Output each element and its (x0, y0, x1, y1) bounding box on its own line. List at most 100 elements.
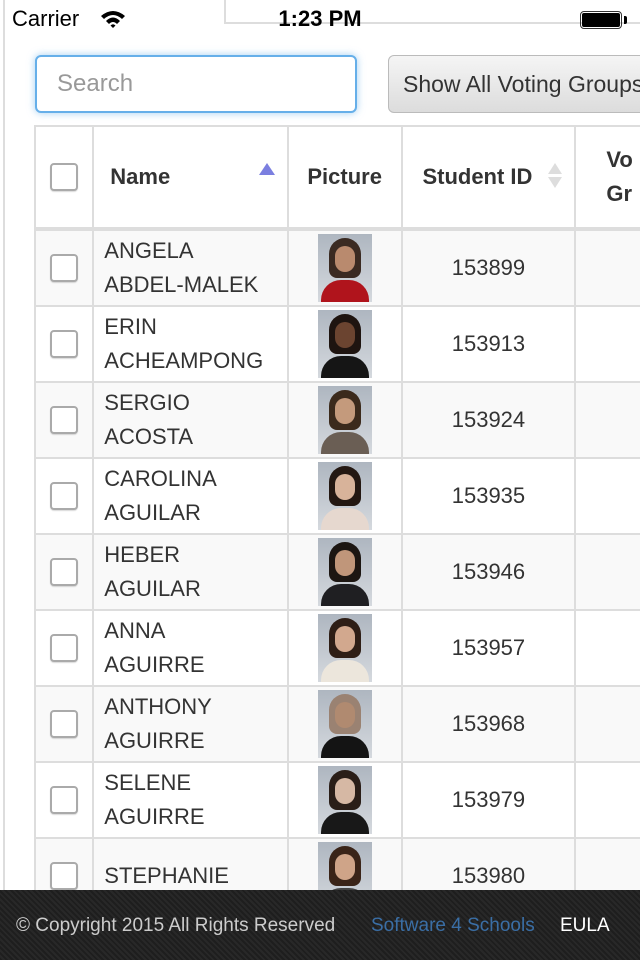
last-name: ABDEL-MALEK (104, 272, 259, 297)
first-name: ANNA (104, 618, 166, 643)
column-label: Picture (307, 164, 382, 189)
table-row[interactable]: CAROLINA AGUILAR 153935 (33, 457, 640, 535)
row-checkbox[interactable] (50, 330, 79, 358)
student-name: HEBER AGUILAR (92, 533, 289, 611)
first-name: ANTHONY (104, 694, 212, 719)
row-select-cell (33, 761, 95, 839)
student-name: ANNA AGUIRRE (92, 609, 289, 687)
student-id: 153979 (400, 761, 577, 839)
table-row[interactable]: HEBER AGUILAR 153946 (33, 533, 640, 611)
picture-cell (286, 228, 403, 307)
student-id: 153924 (400, 381, 577, 459)
student-name: SELENE AGUIRRE (92, 761, 289, 839)
select-all-checkbox[interactable] (50, 163, 79, 191)
status-bar: Carrier 1:23 PM (0, 0, 640, 40)
student-id: 153935 (400, 457, 577, 535)
picture-cell (286, 305, 403, 383)
last-name: AGUILAR (104, 500, 201, 525)
table-row[interactable]: ANGELA ABDEL-MALEK 153899 (33, 228, 640, 307)
first-name: HEBER (104, 542, 181, 567)
student-id: 153968 (400, 685, 577, 763)
row-checkbox[interactable] (50, 254, 79, 282)
last-name: ACOSTA (104, 424, 194, 449)
student-id: 153913 (400, 305, 577, 383)
picture-cell (286, 381, 403, 459)
row-checkbox[interactable] (50, 406, 79, 434)
first-name: SERGIO (104, 390, 190, 415)
eula-link[interactable]: EULA (560, 915, 610, 937)
voting-group-cell (574, 609, 640, 687)
student-photo[interactable] (317, 766, 372, 834)
table-row[interactable]: ERIN ACHEAMPONG 153913 (33, 305, 640, 383)
picture-cell (286, 761, 403, 839)
first-name: STEPHANIE (104, 863, 229, 888)
row-select-cell (33, 457, 95, 535)
select-all-cell (33, 125, 95, 231)
sort-ascending-icon (258, 163, 275, 175)
column-label-line: Gr (606, 181, 633, 206)
row-select-cell (33, 305, 95, 383)
column-header-voting-group[interactable]: Vo Gr (574, 125, 640, 231)
battery-tip (624, 16, 627, 24)
voting-group-cell (574, 533, 640, 611)
row-select-cell (33, 533, 95, 611)
student-id: 153946 (400, 533, 577, 611)
table-row[interactable]: ANNA AGUIRRE 153957 (33, 609, 640, 687)
software-4-schools-link[interactable]: Software 4 Schools (371, 915, 535, 937)
student-id: 153899 (400, 228, 577, 307)
picture-cell (286, 685, 403, 763)
page-border (3, 0, 5, 960)
student-photo[interactable] (317, 310, 372, 378)
student-photo[interactable] (317, 538, 372, 606)
battery-icon (580, 11, 622, 29)
row-checkbox[interactable] (50, 862, 79, 890)
picture-cell (286, 533, 403, 611)
picture-cell (286, 609, 403, 687)
column-header-name[interactable]: Name (92, 125, 289, 231)
sort-unsorted-icon (548, 163, 563, 188)
row-checkbox[interactable] (50, 482, 79, 510)
voting-group-cell (574, 457, 640, 535)
student-photo[interactable] (317, 386, 372, 454)
student-photo[interactable] (317, 234, 372, 302)
column-label-line: Vo (606, 147, 633, 172)
first-name: ANGELA (104, 238, 194, 263)
student-photo[interactable] (317, 462, 372, 530)
search-input[interactable] (35, 55, 357, 113)
row-checkbox[interactable] (50, 558, 79, 586)
column-header-student-id[interactable]: Student ID (400, 125, 577, 231)
show-voting-groups-button[interactable]: Show All Voting Groups (388, 55, 640, 113)
picture-cell (286, 457, 403, 535)
row-checkbox[interactable] (50, 786, 79, 814)
last-name: AGUIRRE (104, 728, 205, 753)
row-checkbox[interactable] (50, 634, 79, 662)
voting-group-cell (574, 685, 640, 763)
first-name: ERIN (104, 314, 157, 339)
column-label: Name (110, 164, 171, 189)
student-name: CAROLINA AGUILAR (92, 457, 289, 535)
copyright-text: © Copyright 2015 All Rights Reserved (16, 915, 336, 936)
students-table: Name Picture Student ID Vo Gr ANGELA ABDE… (33, 125, 640, 915)
first-name: SELENE (104, 770, 192, 795)
student-name: ANGELA ABDEL-MALEK (92, 228, 289, 307)
voting-group-cell (574, 305, 640, 383)
table-row[interactable]: ANTHONY AGUIRRE 153968 (33, 685, 640, 763)
last-name: AGUILAR (104, 576, 201, 601)
voting-group-cell (574, 228, 640, 307)
table-row[interactable]: SERGIO ACOSTA 153924 (33, 381, 640, 459)
column-header-picture: Picture (286, 125, 403, 231)
row-select-cell (33, 685, 95, 763)
voting-group-cell (574, 381, 640, 459)
footer: © Copyright 2015 All Rights Reserved Sof… (0, 890, 640, 960)
student-id: 153957 (400, 609, 577, 687)
student-name: SERGIO ACOSTA (92, 381, 289, 459)
table-row[interactable]: SELENE AGUIRRE 153979 (33, 761, 640, 839)
voting-group-cell (574, 761, 640, 839)
student-photo[interactable] (317, 690, 372, 758)
row-checkbox[interactable] (50, 710, 79, 738)
clock: 1:23 PM (278, 6, 362, 31)
first-name: CAROLINA (104, 466, 217, 491)
student-photo[interactable] (317, 614, 372, 682)
last-name: ACHEAMPONG (104, 348, 264, 373)
column-label: Student ID (422, 164, 533, 189)
